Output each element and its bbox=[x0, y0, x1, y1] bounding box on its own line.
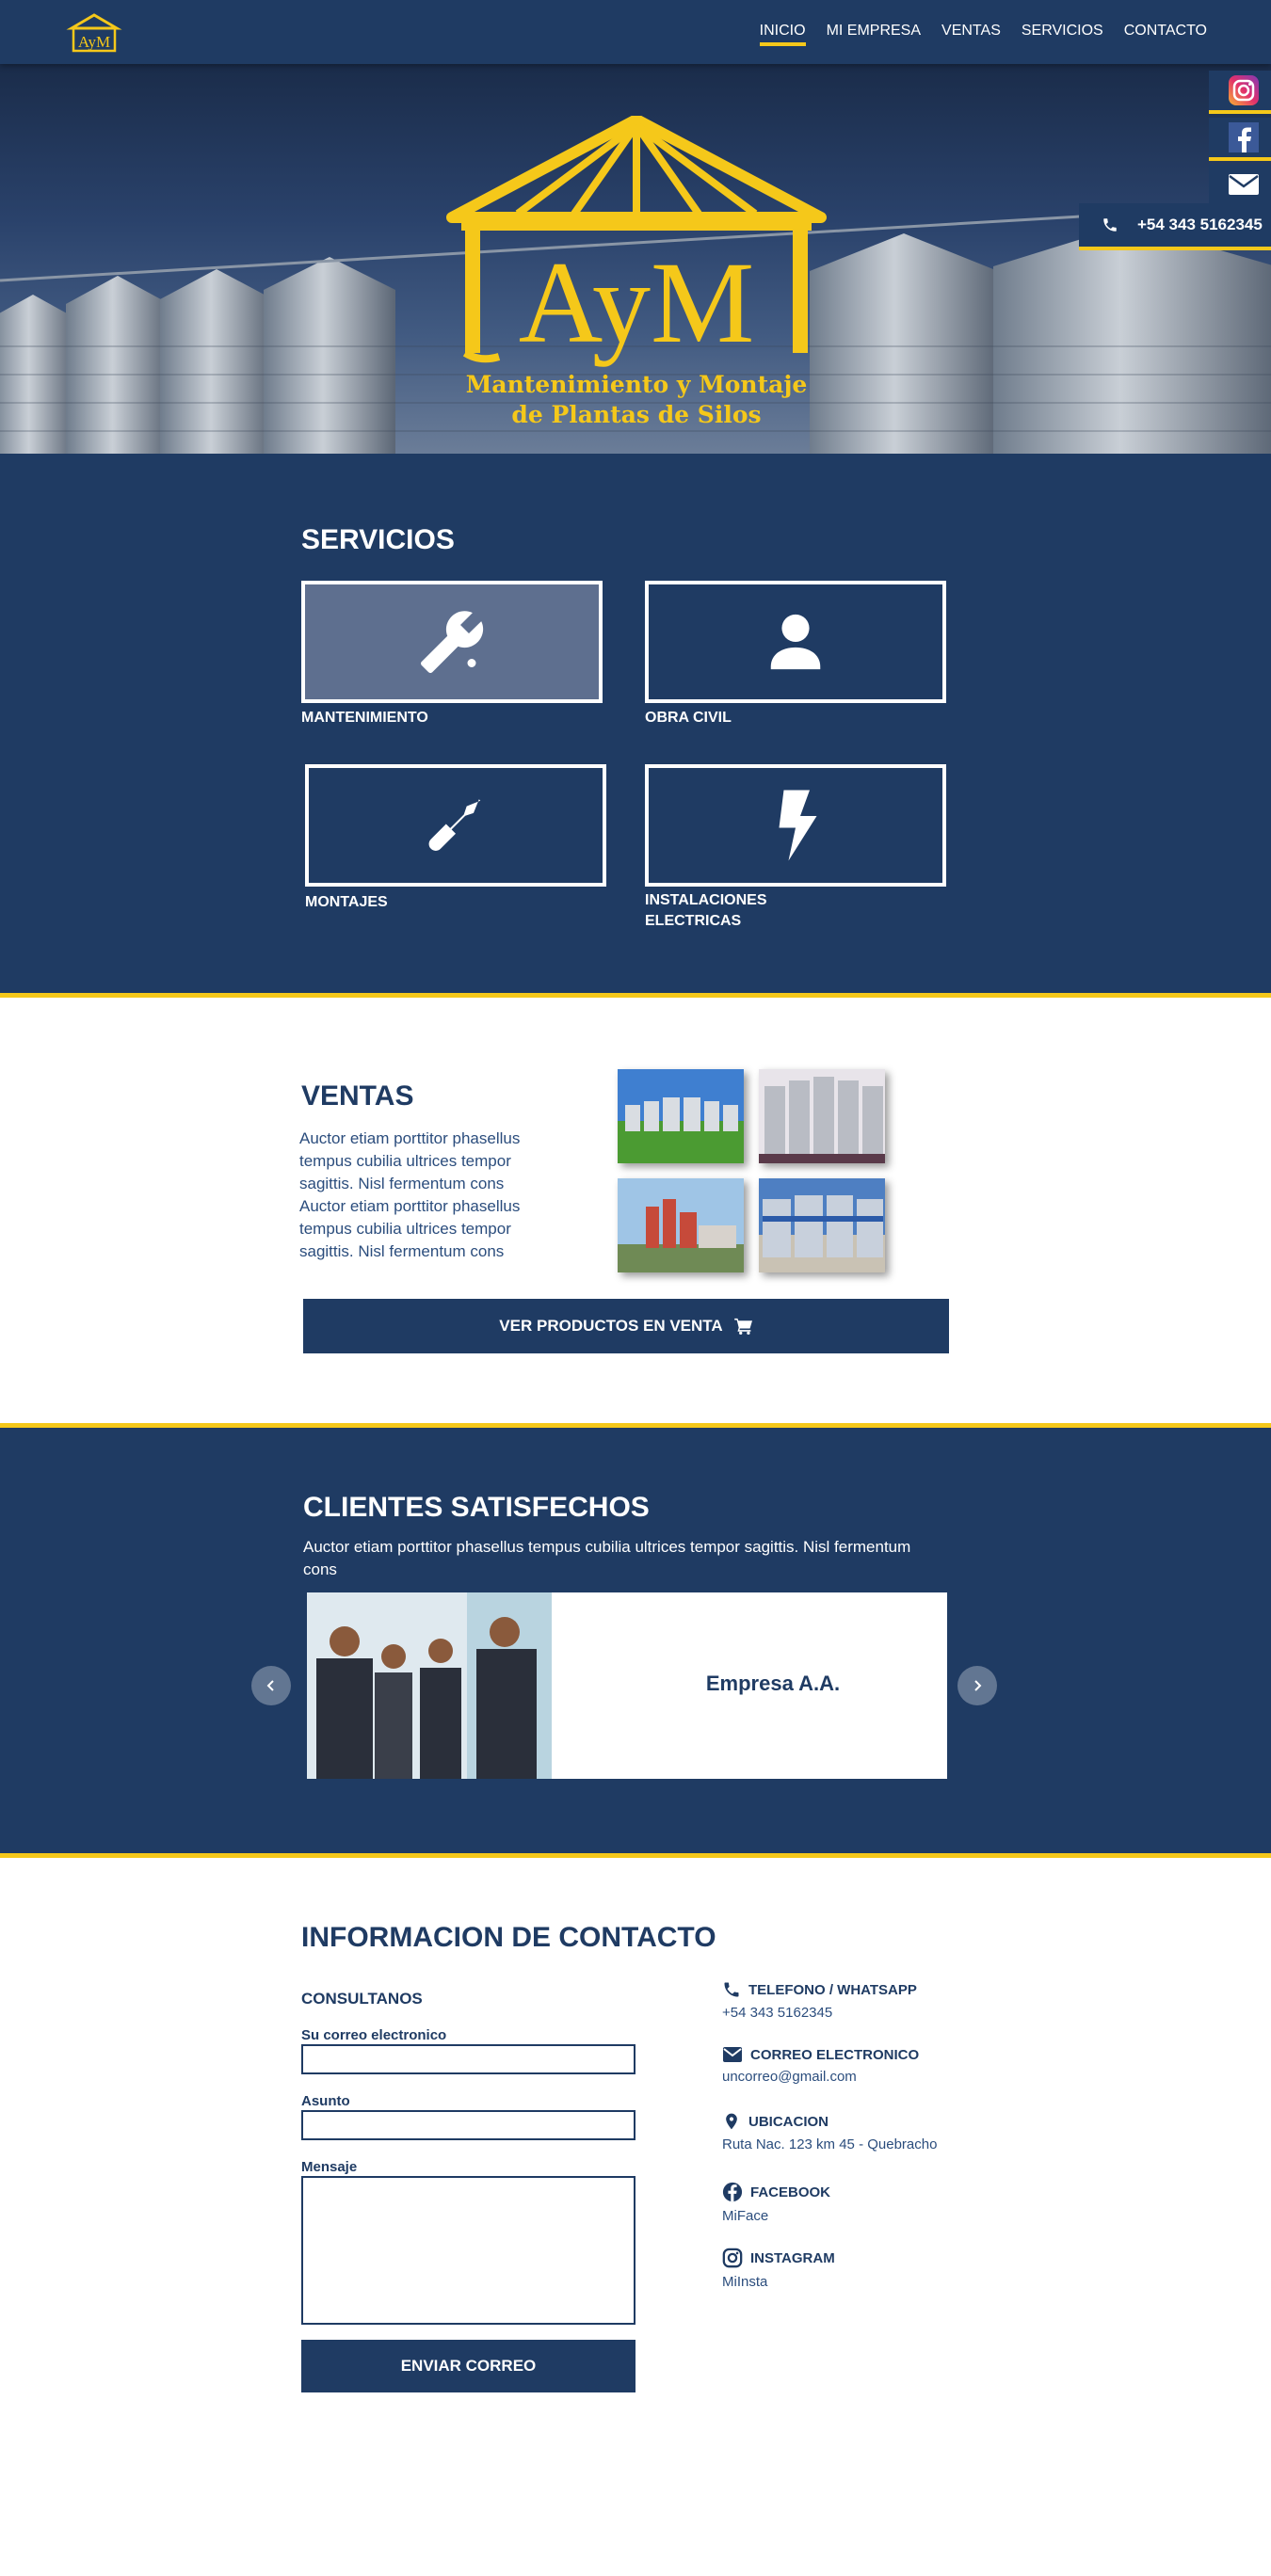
phone-tab[interactable]: +54 343 5162345 bbox=[1079, 203, 1271, 250]
instagram-icon bbox=[722, 2248, 743, 2268]
svg-text:AyM: AyM bbox=[78, 33, 110, 51]
servicios-section: SERVICIOS MANTENIMIENTO OBRA CIVIL MONTA… bbox=[0, 454, 1271, 998]
send-button[interactable]: ENVIAR CORREO bbox=[301, 2340, 636, 2392]
hero-tagline-2: de Plantas de Silos bbox=[511, 401, 761, 426]
ver-productos-button[interactable]: VER PRODUCTOS EN VENTA bbox=[303, 1299, 949, 1353]
contacto-title: INFORMACION DE CONTACTO bbox=[301, 1922, 716, 1953]
contact-phone-value[interactable]: +54 343 5162345 bbox=[722, 2005, 917, 2021]
service-label-instalaciones: INSTALACIONES ELECTRICAS bbox=[645, 892, 767, 929]
chevron-right-icon bbox=[974, 1680, 982, 1691]
service-label-mantenimiento: MANTENIMIENTO bbox=[301, 710, 428, 726]
subject-field[interactable] bbox=[301, 2110, 636, 2140]
contact-facebook: FACEBOOK MiFace bbox=[722, 2182, 830, 2224]
clientes-title: CLIENTES SATISFECHOS bbox=[303, 1492, 650, 1523]
message-field[interactable] bbox=[301, 2176, 636, 2325]
contact-location: UBICACION Ruta Nac. 123 km 45 - Quebrach… bbox=[722, 2112, 938, 2153]
facebook-icon bbox=[722, 2182, 743, 2202]
ventas-section: VENTAS Auctor etiam porttitor phasellus … bbox=[0, 998, 1271, 1423]
service-label-obra-civil: OBRA CIVIL bbox=[645, 710, 732, 726]
product-image[interactable] bbox=[618, 1069, 744, 1163]
product-image[interactable] bbox=[618, 1178, 744, 1272]
contact-phone: TELEFONO / WHATSAPP +54 343 5162345 bbox=[722, 1980, 917, 2022]
svg-text:AyM: AyM bbox=[519, 238, 754, 367]
instagram-button[interactable] bbox=[1209, 71, 1271, 114]
mail-icon bbox=[1229, 174, 1259, 195]
contact-facebook-title: FACEBOOK bbox=[750, 2184, 831, 2200]
contact-instagram-title: INSTAGRAM bbox=[750, 2249, 835, 2266]
contact-email-title: CORREO ELECTRONICO bbox=[750, 2046, 920, 2063]
nav-logo[interactable]: AyM bbox=[66, 11, 122, 55]
phone-icon bbox=[724, 1982, 739, 1997]
contact-location-value: Ruta Nac. 123 km 45 - Quebracho bbox=[722, 2136, 938, 2152]
location-icon bbox=[726, 2113, 737, 2130]
product-image[interactable] bbox=[759, 1069, 885, 1163]
nav-link-contacto[interactable]: CONTACTO bbox=[1124, 23, 1207, 46]
nav-link-inicio[interactable]: INICIO bbox=[759, 23, 806, 46]
silos-blue-image bbox=[759, 1178, 885, 1272]
bolt-icon bbox=[779, 790, 817, 861]
contact-location-title: UBICACION bbox=[748, 2113, 829, 2130]
facebook-icon bbox=[1229, 122, 1259, 152]
client-photo bbox=[307, 1592, 552, 1779]
cart-icon bbox=[733, 1318, 752, 1335]
instagram-icon bbox=[1229, 75, 1259, 105]
subject-label: Asunto bbox=[301, 2093, 350, 2109]
service-montajes[interactable] bbox=[305, 764, 606, 887]
form-title: CONSULTANOS bbox=[301, 1990, 423, 2008]
contact-facebook-value[interactable]: MiFace bbox=[722, 2208, 830, 2224]
user-icon bbox=[770, 614, 821, 670]
wrench-icon bbox=[421, 611, 484, 673]
clientes-section: CLIENTES SATISFECHOS Auctor etiam portti… bbox=[0, 1423, 1271, 1858]
contacto-section: INFORMACION DE CONTACTO CONSULTANOS Su c… bbox=[0, 1858, 1271, 2576]
facebook-button[interactable] bbox=[1209, 118, 1271, 161]
silos-plant-image bbox=[618, 1178, 744, 1272]
service-obra-civil[interactable] bbox=[645, 581, 946, 703]
email-field[interactable] bbox=[301, 2044, 636, 2074]
nav-link-servicios[interactable]: SERVICIOS bbox=[1022, 23, 1103, 46]
silos-field-image bbox=[618, 1069, 744, 1163]
nav-link-ventas[interactable]: VENTAS bbox=[941, 23, 1001, 46]
chevron-left-icon bbox=[266, 1680, 274, 1691]
social-sidebar bbox=[1209, 71, 1271, 212]
message-label: Mensaje bbox=[301, 2159, 358, 2175]
mail-button[interactable] bbox=[1209, 165, 1271, 208]
mail-icon bbox=[723, 2047, 742, 2062]
service-mantenimiento[interactable] bbox=[301, 581, 603, 703]
screwdriver-icon bbox=[428, 799, 481, 851]
contact-instagram: INSTAGRAM MiInsta bbox=[722, 2248, 835, 2290]
silos-steel-image bbox=[759, 1069, 885, 1163]
nav-link-mi-empresa[interactable]: MI EMPRESA bbox=[827, 23, 921, 46]
hero-logo: AyM Mantenimiento y Montaje de Plantas d… bbox=[446, 116, 827, 426]
phone-number: +54 343 5162345 bbox=[1137, 216, 1263, 233]
carousel-prev-button[interactable] bbox=[251, 1666, 291, 1705]
service-instalaciones-electricas[interactable] bbox=[645, 764, 946, 887]
clientes-text: Auctor etiam porttitor phasellus tempus … bbox=[303, 1538, 911, 1578]
client-name: Empresa A.A. bbox=[705, 1672, 841, 1695]
ventas-text: Auctor etiam porttitor phasellus tempus … bbox=[299, 1129, 521, 1260]
servicios-title: SERVICIOS bbox=[301, 524, 455, 555]
contact-instagram-value[interactable]: MiInsta bbox=[722, 2274, 835, 2290]
client-card: Empresa A.A. bbox=[307, 1592, 947, 1779]
carousel-next-button[interactable] bbox=[957, 1666, 997, 1705]
contact-email: CORREO ELECTRONICO uncorreo@gmail.com bbox=[722, 2046, 920, 2086]
contact-phone-title: TELEFONO / WHATSAPP bbox=[748, 1981, 917, 1998]
service-label-montajes: MONTAJES bbox=[305, 894, 388, 910]
ver-productos-label: VER PRODUCTOS EN VENTA bbox=[499, 1317, 723, 1335]
ventas-title: VENTAS bbox=[301, 1080, 414, 1112]
top-nav: AyM INICIO MI EMPRESA VENTAS SERVICIOS C… bbox=[0, 0, 1271, 64]
email-label: Su correo electronico bbox=[301, 2027, 447, 2043]
contact-email-value[interactable]: uncorreo@gmail.com bbox=[722, 2069, 919, 2085]
hero-tagline-1: Mantenimiento y Montaje bbox=[466, 371, 808, 398]
hero-banner: AyM Mantenimiento y Montaje de Plantas d… bbox=[0, 64, 1271, 454]
phone-icon bbox=[1103, 218, 1117, 232]
product-image[interactable] bbox=[759, 1178, 885, 1272]
